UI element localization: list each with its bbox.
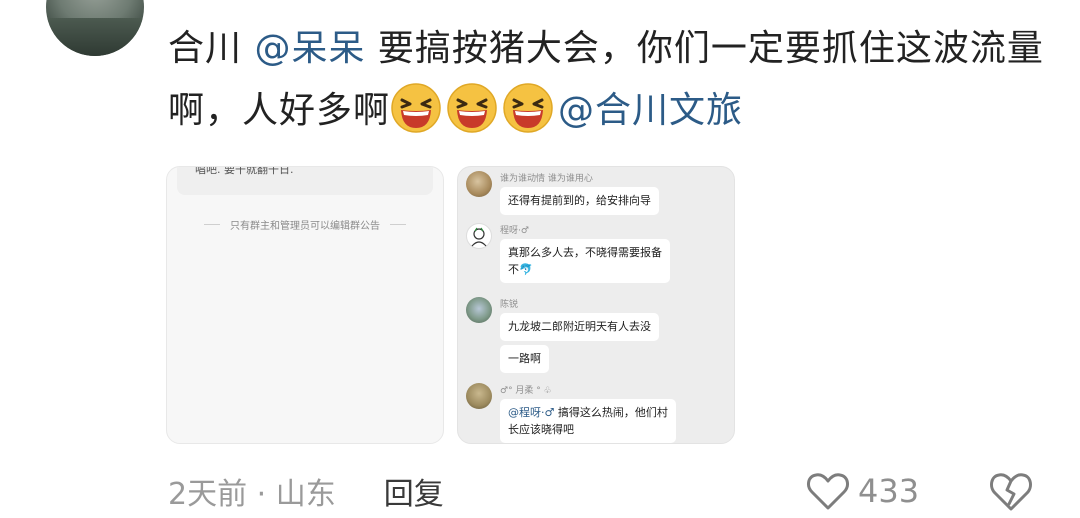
comment-text: 合川 @呆呆 要搞按猪大会，你们一定要抓住这波流量啊，人好多啊 @合川文旅	[168, 18, 1048, 142]
chat-sender: ♂° 月柔 ° ♧	[500, 386, 552, 396]
chat-bubble-line: 真那么多人去，不晓得需要报备	[508, 246, 662, 259]
mention-hechuan-tourism[interactable]: @合川文旅	[558, 90, 743, 131]
chat-bubble: 真那么多人去，不晓得需要报备 不🐬	[500, 239, 670, 283]
mention-daidai[interactable]: @呆呆	[254, 28, 365, 69]
chat-avatar	[466, 297, 492, 323]
chat-sender: 陈锐	[500, 300, 519, 310]
laughing-face-icon	[446, 82, 498, 134]
chat-avatar	[466, 383, 492, 409]
cut-off-text: 唱吧. 要干就翻干日.	[195, 166, 294, 176]
notice-text: 只有群主和管理员可以编辑群公告	[230, 221, 380, 232]
comment-item: 合川 @呆呆 要搞按猪大会，你们一定要抓住这波流量啊，人好多啊 @合川文旅 唱吧…	[0, 0, 1080, 518]
cartoon-face-icon	[471, 227, 487, 247]
chat-bubble: 还得有提前到的，给安排向导	[500, 187, 659, 215]
chat-bubble-line: 长应该晓得吧	[508, 423, 574, 436]
broken-heart-icon[interactable]	[988, 470, 1034, 512]
laughing-face-icon	[502, 82, 554, 134]
chat-bubble: 九龙坡二郎附近明天有人去没	[500, 313, 659, 341]
time-location: 2天前 · 山东	[168, 477, 336, 512]
group-notice: 只有群主和管理员可以编辑群公告	[167, 217, 443, 232]
chat-bubble: 一路啊	[500, 345, 549, 373]
chat-bubble-text: 不	[508, 263, 519, 276]
laughing-face-icon	[390, 82, 442, 134]
reply-button[interactable]: 回复	[384, 469, 444, 513]
like-button[interactable]: 433	[806, 468, 919, 514]
comment-footer: 2天前 · 山东 回复	[168, 468, 444, 514]
chat-bubble: @程呀·♂ 搞得这么热闹，他们村 长应该晓得吧	[500, 399, 676, 443]
dolphin-emoji-icon: 🐬	[519, 263, 533, 276]
heart-icon[interactable]	[806, 471, 850, 511]
chat-avatar	[466, 171, 492, 197]
like-count: 433	[858, 472, 920, 510]
attached-image-1[interactable]: 唱吧. 要干就翻干日. 只有群主和管理员可以编辑群公告	[166, 166, 444, 444]
chat-mention: @程呀·♂	[508, 406, 555, 419]
divider	[390, 224, 406, 225]
avatar[interactable]	[46, 0, 144, 56]
comment-author[interactable]: 合川	[168, 28, 242, 69]
chat-bubble-text: 搞得这么热闹，他们村	[554, 406, 668, 419]
chat-avatar	[466, 223, 492, 249]
chat-sender: 程呀·♂	[500, 226, 529, 236]
chat-sender: 谁为谁动情 谁为谁用心	[500, 174, 593, 184]
attached-image-2[interactable]: 谁为谁动情 谁为谁用心 还得有提前到的，给安排向导 程呀·♂ 真那么多人去，不晓…	[457, 166, 735, 444]
chat-bubble-line: 不🐬	[508, 261, 662, 278]
chat-bubble-line: @程呀·♂ 搞得这么热闹，他们村	[508, 404, 668, 421]
divider	[204, 224, 220, 225]
